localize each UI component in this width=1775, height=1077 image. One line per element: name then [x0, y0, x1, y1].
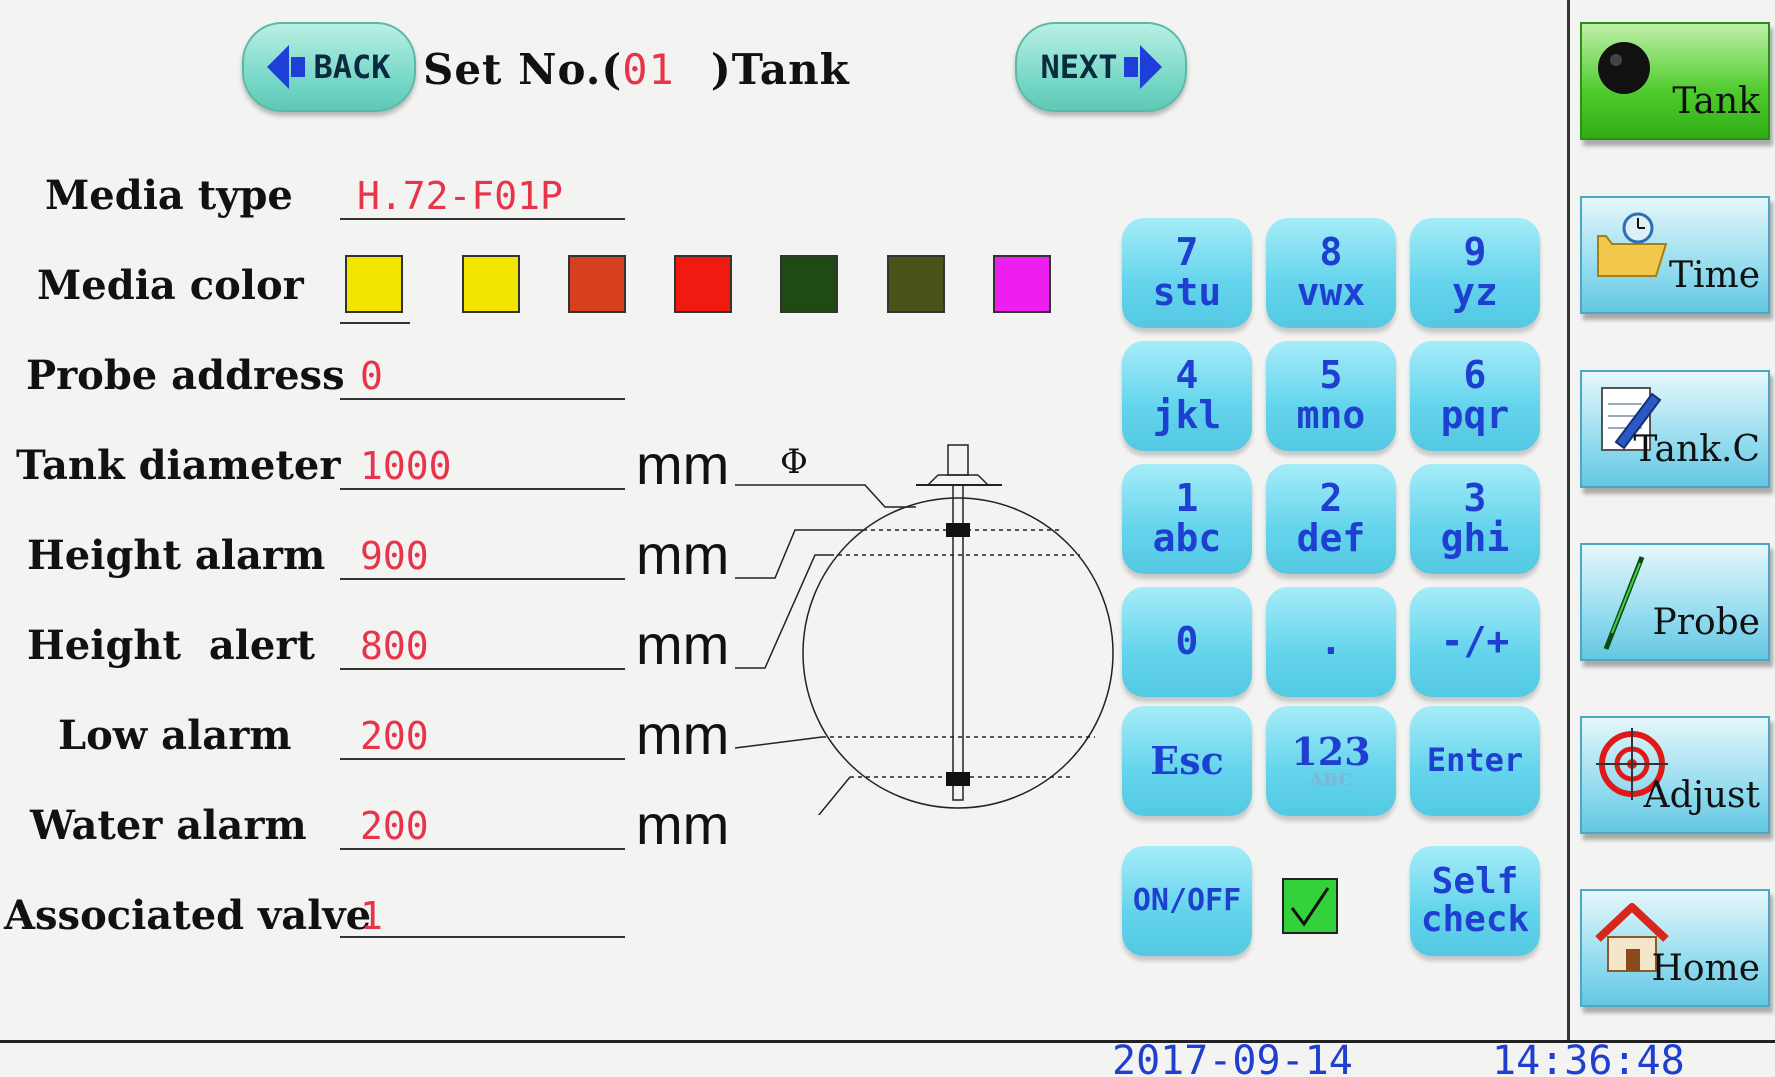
- low-alarm-field[interactable]: 200: [360, 714, 429, 758]
- key-2[interactable]: 2 def: [1266, 464, 1396, 574]
- height-alarm-unit: mm: [636, 523, 730, 586]
- height-alarm-field[interactable]: 900: [360, 534, 429, 578]
- sidebar-item-time[interactable]: Time: [1580, 196, 1770, 314]
- next-button[interactable]: NEXT: [1015, 22, 1187, 112]
- color-swatch[interactable]: [993, 255, 1051, 313]
- probe-address-label: Probe address: [26, 352, 345, 399]
- arrow-left-icon: [267, 45, 306, 89]
- key-dot[interactable]: .: [1266, 587, 1396, 697]
- water-alarm-field[interactable]: 200: [360, 804, 429, 848]
- sidebar-item-adjust[interactable]: Adjust: [1580, 716, 1770, 834]
- key-1[interactable]: 1 abc: [1122, 464, 1252, 574]
- color-swatch[interactable]: [887, 255, 945, 313]
- key-0[interactable]: 0: [1122, 587, 1252, 697]
- next-button-label: NEXT: [1040, 48, 1118, 86]
- selected-color-indicator: [340, 322, 410, 324]
- associated-valve-field[interactable]: 1: [360, 894, 383, 938]
- key-5[interactable]: 5 mno: [1266, 341, 1396, 451]
- color-swatch[interactable]: [462, 255, 520, 313]
- height-alert-label: Height alert: [27, 622, 315, 669]
- associated-valve-underline: [340, 936, 625, 938]
- sidebar-item-home[interactable]: Home: [1580, 889, 1770, 1007]
- sidebar-item-tank[interactable]: Tank: [1580, 22, 1770, 140]
- associated-valve-label: Associated valve: [4, 892, 372, 939]
- arrow-right-icon: [1123, 45, 1162, 89]
- tank-sphere-icon: [1598, 42, 1650, 94]
- color-swatch[interactable]: [568, 255, 626, 313]
- probe-address-underline: [340, 398, 625, 400]
- key-esc[interactable]: Esc: [1122, 706, 1252, 816]
- key-3[interactable]: 3 ghi: [1410, 464, 1540, 574]
- color-swatch[interactable]: [345, 255, 403, 313]
- on-off-checkbox[interactable]: [1282, 878, 1338, 934]
- media-type-field[interactable]: H.72-F01P: [357, 174, 563, 218]
- self-check-button[interactable]: Self check: [1410, 846, 1540, 956]
- key-input-mode[interactable]: 123 ABC: [1266, 706, 1396, 816]
- sidebar-item-tank-c[interactable]: Tank.C: [1580, 370, 1770, 488]
- tank-diameter-unit: mm: [636, 433, 730, 496]
- color-swatch[interactable]: [674, 255, 732, 313]
- water-alarm-unit: mm: [636, 793, 730, 856]
- low-alarm-unit: mm: [636, 703, 730, 766]
- height-alarm-label: Height alarm: [27, 532, 326, 579]
- media-type-underline: [340, 218, 625, 220]
- probe-address-field[interactable]: 0: [360, 354, 383, 398]
- tank-diameter-label: Tank diameter: [16, 442, 341, 489]
- sidebar-item-probe[interactable]: Probe: [1580, 543, 1770, 661]
- color-swatch[interactable]: [780, 255, 838, 313]
- height-alert-field[interactable]: 800: [360, 624, 429, 668]
- tank-diameter-field[interactable]: 1000: [360, 444, 452, 488]
- water-alarm-label: Water alarm: [30, 802, 307, 849]
- status-time: 14:36:48: [1492, 1038, 1685, 1077]
- tank-diameter-underline: [340, 488, 625, 490]
- key-9[interactable]: 9 yz: [1410, 218, 1540, 328]
- back-button-label: BACK: [313, 48, 391, 86]
- sidebar-divider: [1567, 0, 1570, 1040]
- key-4[interactable]: 4 jkl: [1122, 341, 1252, 451]
- height-alert-underline: [340, 668, 625, 670]
- status-date: 2017-09-14: [1112, 1038, 1353, 1077]
- set-number-value[interactable]: 01: [622, 45, 675, 94]
- tank-diagram: [734, 444, 1114, 815]
- key-enter[interactable]: Enter: [1410, 706, 1540, 816]
- page-title: Set No.(01)Tank: [423, 45, 850, 94]
- on-off-button[interactable]: ON/OFF: [1122, 846, 1252, 956]
- key-7[interactable]: 7 stu: [1122, 218, 1252, 328]
- low-alarm-label: Low alarm: [58, 712, 292, 759]
- key-sign[interactable]: -/+: [1410, 587, 1540, 697]
- height-alert-unit: mm: [636, 613, 730, 676]
- folder-clock-icon: [1597, 212, 1668, 277]
- key-6[interactable]: 6 pqr: [1410, 341, 1540, 451]
- height-alarm-underline: [340, 578, 625, 580]
- back-button[interactable]: BACK: [242, 22, 416, 112]
- low-alarm-underline: [340, 758, 625, 760]
- media-color-label: Media color: [37, 262, 304, 309]
- water-alarm-underline: [340, 848, 625, 850]
- key-8[interactable]: 8 vwx: [1266, 218, 1396, 328]
- checkmark-icon: [1290, 887, 1330, 927]
- media-type-label: Media type: [45, 172, 293, 219]
